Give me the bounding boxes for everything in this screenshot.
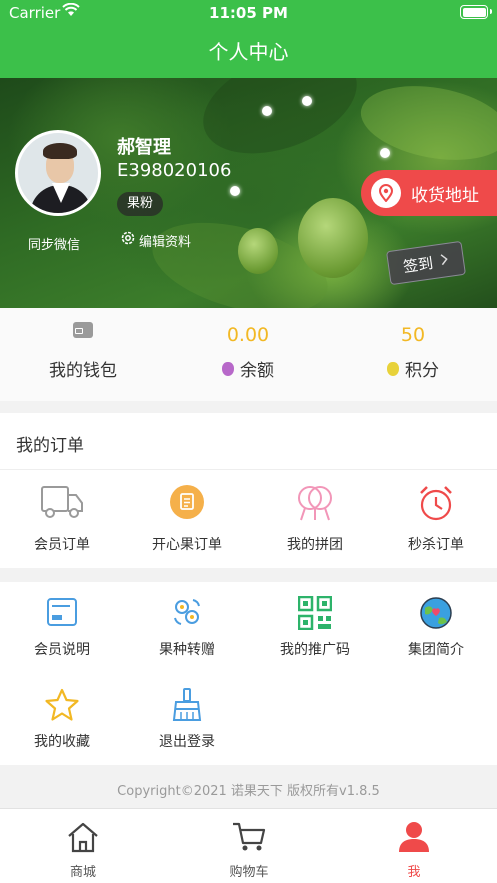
member-orders-label: 会员订单 [34, 537, 90, 553]
logout-label: 退出登录 [159, 734, 215, 750]
flower [380, 148, 390, 158]
flash-sale-orders-button[interactable]: 秒杀订单 [384, 470, 488, 568]
balance-cell[interactable]: 0.00 余额 [198, 308, 298, 401]
membership-info-label: 会员说明 [34, 642, 90, 658]
group-buy-label: 我的拼团 [287, 537, 343, 553]
star-icon [44, 688, 80, 726]
my-wallet-button[interactable]: 我的钱包 [28, 308, 138, 401]
group-intro-button[interactable]: 集团简介 [384, 582, 488, 672]
seed-transfer-button[interactable]: 果种转赠 [135, 582, 239, 672]
balance-value: 0.00 [226, 324, 270, 346]
membership-info-button[interactable]: 会员说明 [10, 582, 114, 672]
address-button[interactable]: 收货地址 [361, 170, 497, 216]
referral-code-button[interactable]: 我的推广码 [263, 582, 367, 672]
user-id: E398020106 [117, 160, 232, 181]
points-cell[interactable]: 50 积分 [363, 308, 463, 401]
tab-me[interactable]: 我 [331, 809, 497, 883]
logout-button[interactable]: 退出登录 [135, 674, 239, 764]
clipboard-icon [169, 484, 205, 524]
tab-mall-label: 商城 [69, 865, 96, 880]
tab-mall[interactable]: 商城 [0, 809, 166, 883]
noni-fruit [238, 228, 278, 274]
group-buy-button[interactable]: 我的拼团 [263, 470, 367, 568]
tab-bar: 商城 购物车 我 [0, 808, 497, 883]
flash-sale-orders-label: 秒杀订单 [408, 537, 464, 553]
flower [230, 186, 240, 196]
battery-icon [460, 5, 492, 19]
background-leaf [189, 78, 371, 173]
alarm-clock-icon [416, 484, 456, 526]
pistachio-orders-button[interactable]: 开心果订单 [135, 470, 239, 568]
balance-label: 余额 [240, 361, 274, 381]
clock: 11:05 PM [209, 4, 288, 22]
berry-icon [222, 361, 234, 376]
cart-icon [231, 821, 267, 857]
copyright-text: Copyright©2021 诺果天下 版权所有v1.8.5 [0, 766, 497, 808]
tab-cart-label: 购物车 [229, 865, 269, 880]
globe-heart-icon [419, 596, 453, 634]
pistachio-orders-label: 开心果订单 [152, 537, 222, 553]
noni-fruit [298, 198, 368, 278]
person-icon [398, 821, 430, 857]
member-badge: 果粉 [117, 192, 164, 216]
card-icon [46, 596, 78, 632]
wallet-summary: 我的钱包 0.00 余额 50 积分 [0, 308, 497, 401]
background-leaf [355, 78, 497, 171]
top-bar: Carrier 11:05 PM 个人中心 [0, 0, 497, 78]
group-intro-label: 集团简介 [408, 642, 464, 658]
points-value: 50 [400, 324, 426, 346]
edit-profile-button[interactable]: 编辑资料 [120, 230, 191, 250]
referral-code-label: 我的推广码 [280, 642, 350, 658]
chevron-right-icon [440, 251, 450, 270]
orders-section: 我的订单 会员订单 开心果订单 我的拼团 秒杀订单 [0, 413, 497, 568]
wallet-icon [73, 322, 93, 338]
sign-in-button[interactable]: 签到 [386, 240, 466, 286]
services-section: 会员说明 果种转赠 我的推广码 集团简介 我的收藏 退出登录 [0, 582, 497, 765]
broom-icon [171, 688, 203, 726]
sync-wechat-button[interactable]: 同步微信 [28, 234, 80, 253]
tab-cart[interactable]: 购物车 [166, 809, 332, 883]
truck-icon [40, 484, 84, 524]
favorites-label: 我的收藏 [34, 734, 90, 750]
address-label: 收货地址 [411, 185, 479, 206]
user-name: 郝智理 [117, 137, 171, 158]
wallet-label: 我的钱包 [49, 361, 117, 381]
flower [262, 106, 272, 116]
location-pin-icon [371, 178, 401, 208]
sign-in-label: 签到 [402, 253, 435, 276]
orders-header[interactable]: 我的订单 [0, 413, 497, 470]
tab-me-label: 我 [407, 865, 421, 880]
favorites-button[interactable]: 我的收藏 [10, 674, 114, 764]
seed-transfer-label: 果种转赠 [159, 642, 215, 658]
profile-header: 郝智理 E398020106 果粉 同步微信 编辑资料 收货地址 签到 [0, 78, 497, 308]
group-icon [295, 484, 335, 526]
status-bar: Carrier 11:05 PM [0, 0, 497, 26]
orders-title: 我的订单 [16, 436, 84, 456]
berry-icon [387, 361, 399, 376]
avatar[interactable] [15, 130, 101, 216]
transfer-icon [171, 596, 203, 632]
edit-profile-label: 编辑资料 [139, 234, 192, 250]
member-orders-button[interactable]: 会员订单 [10, 470, 114, 568]
qr-code-icon [297, 595, 333, 634]
flower [302, 96, 312, 106]
home-icon [66, 821, 100, 857]
points-label: 积分 [405, 361, 439, 381]
page-title: 个人中心 [208, 40, 289, 64]
gear-icon [120, 230, 136, 250]
